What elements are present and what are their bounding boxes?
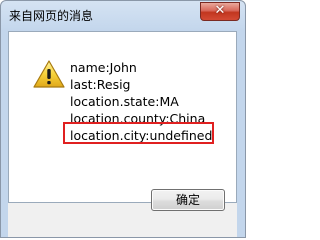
alert-dialog: 来自网页的消息 ✕ name:John last:Resig location.… [0,0,246,238]
message-line-last: last:Resig [70,77,131,92]
highlight-annotation-box [63,122,214,144]
message-line-name: name:John [70,60,137,75]
warning-icon [33,60,65,88]
message-area: name:John last:Resig location.state:MA l… [8,31,237,203]
dialog-title: 来自网页的消息 [9,9,94,23]
message-line-state: location.state:MA [70,94,179,109]
title-bar[interactable]: 来自网页的消息 ✕ [1,1,245,31]
ok-button[interactable]: 确定 [151,189,225,211]
close-button[interactable]: ✕ [200,2,240,21]
close-icon: ✕ [214,3,226,18]
